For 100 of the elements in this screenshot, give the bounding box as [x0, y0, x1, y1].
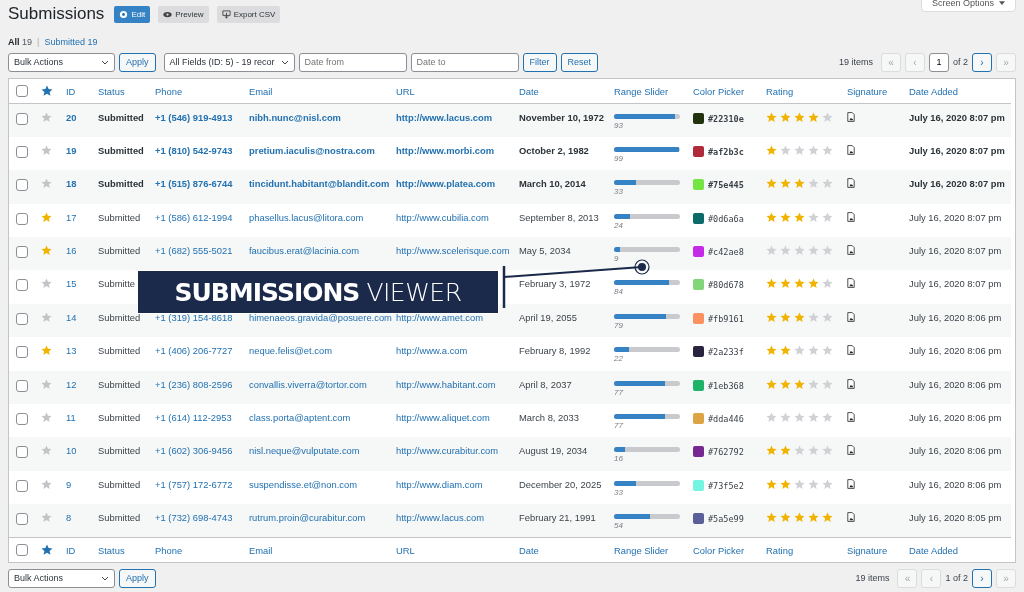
favorite-star-icon[interactable] — [41, 112, 52, 123]
favorite-star-icon[interactable] — [41, 245, 52, 257]
url-link[interactable]: http://www.a.com — [396, 345, 468, 357]
select-all-checkbox[interactable] — [16, 544, 28, 557]
column-header[interactable]: Rating — [766, 85, 794, 97]
row-checkbox[interactable] — [16, 145, 28, 158]
phone-link[interactable]: +1 (406) 206-7727 — [155, 345, 233, 357]
row-checkbox[interactable] — [16, 279, 28, 292]
id-link[interactable]: 11 — [66, 412, 76, 423]
row-checkbox[interactable] — [16, 413, 28, 426]
signature-file-icon[interactable] — [847, 378, 855, 389]
id-link[interactable]: 8 — [66, 512, 72, 524]
favorite-star-icon[interactable] — [41, 512, 52, 524]
phone-link[interactable]: +1 (602) 306-9456 — [155, 445, 233, 457]
favorite-star-icon[interactable] — [41, 412, 52, 423]
url-link[interactable]: http://www.amet.com — [396, 311, 483, 323]
email-link[interactable]: suspendisse.et@non.com — [249, 478, 357, 490]
signature-file-icon[interactable] — [847, 112, 855, 122]
email-link[interactable]: neque.felis@et.com — [249, 345, 332, 357]
url-link[interactable]: http://www.lacus.com — [396, 512, 485, 524]
row-checkbox[interactable] — [16, 312, 28, 325]
row-checkbox[interactable] — [16, 513, 28, 526]
column-header[interactable]: URL — [396, 85, 415, 97]
email-link[interactable]: himenaeos.gravida@posuere.com — [249, 311, 392, 323]
favorite-star-icon[interactable] — [41, 345, 52, 357]
url-link[interactable]: http://www.scelerisque.com — [396, 245, 510, 257]
phone-link[interactable]: +1 (810) 542-9743 — [155, 144, 233, 156]
column-header[interactable]: URL — [396, 544, 415, 556]
favorite-star-icon[interactable] — [41, 211, 52, 223]
phone-link[interactable]: +1 (546) 919-4913 — [155, 112, 233, 123]
id-link[interactable]: 16 — [66, 245, 77, 257]
apply-button[interactable]: Apply — [119, 52, 156, 72]
email-link[interactable]: rutrum.proin@curabitur.com — [249, 512, 366, 524]
signature-file-icon[interactable] — [847, 478, 855, 489]
date-to-field[interactable]: Date to — [410, 52, 519, 72]
row-checkbox[interactable] — [16, 379, 28, 392]
id-link[interactable]: 14 — [66, 311, 77, 323]
url-link[interactable]: http://www.morbi.com — [396, 144, 495, 156]
email-link[interactable]: faucibus.erat@lacinia.com — [249, 245, 360, 257]
signature-file-icon[interactable] — [847, 412, 855, 422]
phone-link[interactable]: +1 (682) 555-5021 — [155, 245, 233, 257]
id-link[interactable]: 17 — [66, 211, 77, 223]
filter-link[interactable]: All 19 — [8, 37, 33, 47]
screen-options-button[interactable]: Screen Options — [920, 0, 1016, 12]
filter-button[interactable]: Filter — [522, 52, 557, 72]
export-button[interactable]: Export CSV — [216, 5, 281, 23]
column-header[interactable]: Date Added — [909, 85, 958, 97]
bulk-actions-dropdown[interactable]: Bulk Actions — [8, 568, 115, 588]
date-from-field[interactable]: Date from — [298, 52, 407, 72]
row-checkbox[interactable] — [16, 113, 28, 125]
favorite-star-icon[interactable] — [41, 178, 52, 190]
url-link[interactable]: http://www.lacus.com — [396, 112, 492, 123]
row-checkbox[interactable] — [16, 479, 28, 492]
column-header[interactable]: Color Picker — [693, 544, 745, 556]
column-header[interactable]: Range Slider — [614, 85, 669, 97]
row-checkbox[interactable] — [16, 346, 28, 359]
phone-link[interactable]: +1 (614) 112-2953 — [155, 412, 232, 423]
favorite-star-icon[interactable] — [41, 478, 52, 490]
signature-file-icon[interactable] — [847, 144, 855, 155]
url-link[interactable]: http://www.curabitur.com — [396, 445, 499, 457]
id-link[interactable]: 13 — [66, 345, 77, 357]
email-link[interactable]: convallis.viverra@tortor.com — [249, 378, 367, 390]
column-header[interactable]: Status — [98, 85, 125, 97]
url-link[interactable]: http://www.aliquet.com — [396, 412, 490, 423]
column-header[interactable]: Color Picker — [693, 85, 745, 97]
row-checkbox[interactable] — [16, 179, 28, 192]
signature-file-icon[interactable] — [847, 512, 855, 523]
favorite-star-icon[interactable] — [41, 445, 52, 457]
favorite-star-icon[interactable] — [41, 144, 52, 156]
url-link[interactable]: http://www.platea.com — [396, 178, 496, 190]
signature-file-icon[interactable] — [847, 345, 855, 356]
select-all-checkbox[interactable] — [16, 85, 28, 98]
favorite-star-icon[interactable] — [41, 278, 52, 290]
column-header[interactable]: Phone — [155, 85, 183, 97]
row-checkbox[interactable] — [16, 246, 28, 259]
column-header[interactable]: Signature — [847, 85, 888, 97]
phone-link[interactable]: +1 (515) 876-6744 — [155, 178, 233, 190]
url-link[interactable]: http://www.habitant.com — [396, 378, 496, 390]
email-link[interactable]: nibh.nunc@nisl.com — [249, 112, 341, 123]
column-header[interactable]: Date — [519, 85, 539, 97]
phone-link[interactable]: +1 (732) 698-4743 — [155, 512, 233, 524]
column-header[interactable]: Phone — [155, 544, 183, 556]
bulk-actions-dropdown[interactable]: Bulk Actions — [8, 52, 115, 72]
phone-link[interactable]: +1 (586) 612-1994 — [155, 211, 233, 223]
column-header[interactable]: Date — [519, 544, 539, 556]
preview-button[interactable]: Preview — [158, 5, 209, 23]
favorite-star-icon[interactable] — [41, 378, 52, 390]
id-link[interactable]: 18 — [66, 178, 77, 190]
column-header[interactable]: ID — [66, 544, 76, 556]
favorite-star-icon[interactable] — [41, 311, 52, 323]
next-page-button[interactable]: › — [972, 52, 992, 72]
email-link[interactable]: phasellus.lacus@litora.com — [249, 211, 364, 223]
next-page-button[interactable]: › — [972, 568, 992, 588]
signature-file-icon[interactable] — [847, 445, 855, 456]
email-link[interactable]: class.porta@aptent.com — [249, 412, 351, 423]
column-header[interactable]: ID — [66, 85, 76, 97]
field-dropdown[interactable]: All Fields (ID: 5) - 19 recor — [163, 52, 295, 72]
page-number-field[interactable]: 1 — [929, 52, 949, 72]
column-header[interactable]: Email — [249, 85, 273, 97]
id-link[interactable]: 10 — [66, 445, 77, 457]
